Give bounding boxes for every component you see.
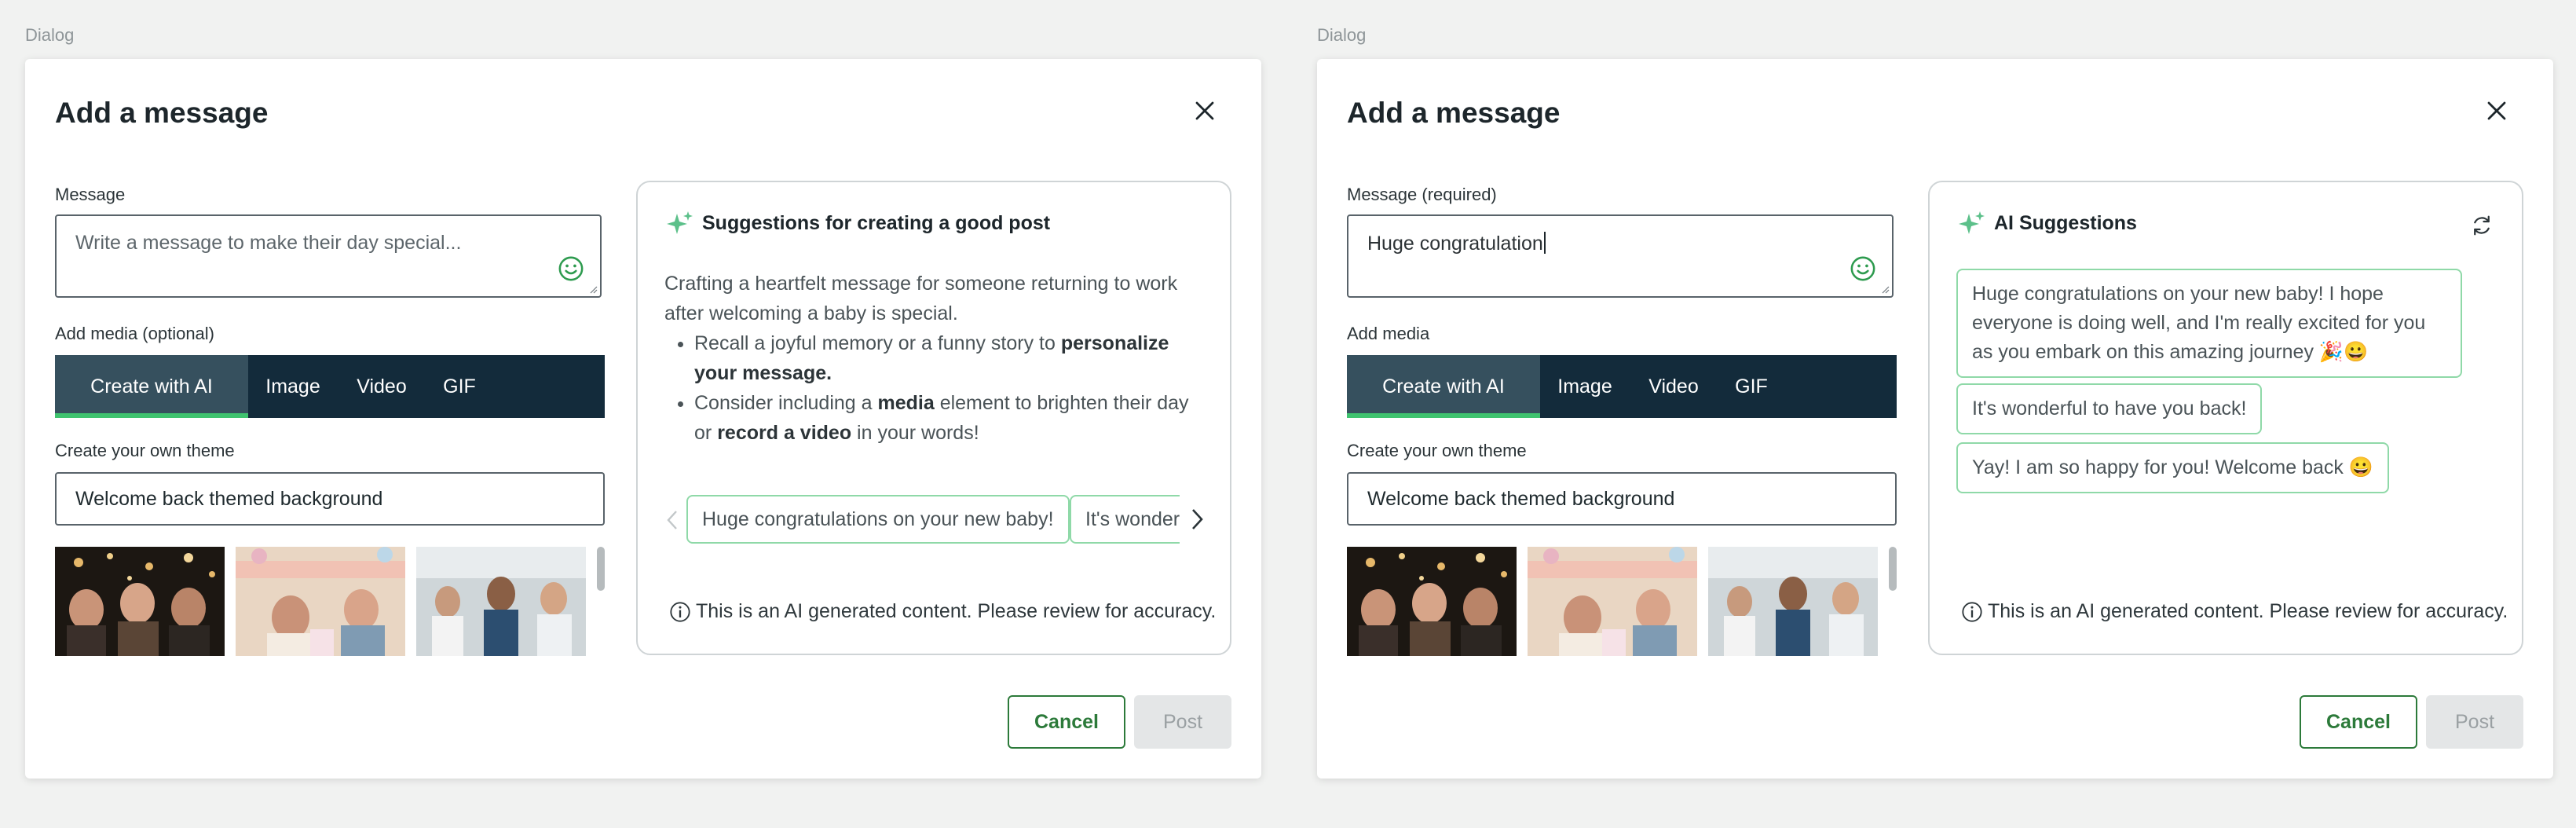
info-icon (670, 601, 690, 622)
panel-intro: Crafting a heartfelt message for someone… (664, 273, 1178, 324)
close-button[interactable] (2481, 95, 2512, 126)
suggestion-chip[interactable]: It's wonderful to have you back! (1070, 495, 1180, 544)
close-icon (2487, 101, 2506, 120)
post-button[interactable]: Post (1134, 695, 1231, 749)
theme-label: Create your own theme (55, 441, 235, 460)
ai-suggestions-panel: AI Suggestions Huge congratulations on y… (1928, 181, 2523, 655)
tab-create-with-ai[interactable]: Create with AI (55, 355, 248, 418)
info-icon (1962, 601, 1982, 622)
thumbnail-party-crowd[interactable] (55, 547, 225, 656)
suggestion-card[interactable]: Yay! I am so happy for you! Welcome back… (1956, 442, 2389, 493)
tip-item: Recall a joyful memory or a funny story … (694, 328, 1206, 388)
suggestion-chip[interactable]: Huge congratulations on your new baby! (686, 495, 1070, 544)
theme-input[interactable]: Welcome back themed background (55, 472, 605, 526)
dialog-title: Add a message (55, 97, 269, 129)
theme-label: Create your own theme (1347, 441, 1527, 460)
panel-body: Crafting a heartfelt message for someone… (664, 269, 1206, 448)
chevron-right-icon[interactable] (1187, 507, 1206, 531)
suggestion-chips: Huge congratulations on your new baby! I… (664, 495, 1206, 544)
theme-input[interactable]: Welcome back themed background (1347, 472, 1897, 526)
refresh-icon[interactable] (2470, 214, 2494, 237)
tab-create-with-ai[interactable]: Create with AI (1347, 355, 1540, 418)
frame-label: Dialog (1317, 25, 1367, 45)
media-tabs: Create with AI Image Video GIF (1347, 355, 1897, 418)
close-icon (1195, 101, 1214, 120)
emoji-icon[interactable] (1850, 255, 1876, 282)
tab-image[interactable]: Image (1540, 355, 1630, 418)
frame-label: Dialog (25, 25, 75, 45)
tab-video[interactable]: Video (1630, 355, 1718, 418)
thumbnail-welcome-baby[interactable] (236, 547, 405, 656)
tab-image[interactable]: Image (248, 355, 338, 418)
media-label: Add media (1347, 324, 1430, 343)
message-label: Message (55, 185, 126, 204)
thumbnail-welcome-baby[interactable] (1528, 547, 1697, 656)
ai-disclaimer: This is an AI generated content. Please … (1961, 600, 2508, 623)
message-label: Message (required) (1347, 185, 1497, 204)
sparkle-icon (1959, 211, 1985, 234)
message-textarea[interactable]: Huge congratulation (1347, 214, 1894, 298)
thumbnail-party-crowd[interactable] (1347, 547, 1517, 656)
tab-video[interactable]: Video (338, 355, 426, 418)
message-placeholder: Write a message to make their day specia… (75, 232, 462, 254)
suggestion-card[interactable]: It's wonderful to have you back! (1956, 383, 2263, 434)
panel-title: AI Suggestions (1994, 212, 2137, 234)
tab-gif[interactable]: GIF (426, 355, 493, 418)
ai-disclaimer: This is an AI generated content. Please … (669, 600, 1216, 623)
cancel-button[interactable]: Cancel (1008, 695, 1125, 749)
cancel-button[interactable]: Cancel (2300, 695, 2417, 749)
thumbnail-office-team[interactable] (416, 547, 586, 656)
post-button[interactable]: Post (2426, 695, 2523, 749)
emoji-icon[interactable] (558, 255, 584, 282)
resize-handle-icon[interactable] (588, 284, 598, 294)
media-tabs: Create with AI Image Video GIF (55, 355, 605, 418)
suggestion-card[interactable]: Huge congratulations on your new baby! I… (1956, 269, 2462, 378)
resize-handle-icon[interactable] (1880, 284, 1890, 294)
tips-list: Recall a joyful memory or a funny story … (664, 328, 1206, 448)
panel-title: Suggestions for creating a good post (702, 212, 1051, 234)
add-message-dialog: Add a message Message (required) Huge co… (1317, 59, 2553, 779)
sparkle-icon (667, 211, 693, 234)
text-caret (1543, 232, 1546, 254)
message-value: Huge congratulation (1367, 232, 1546, 255)
message-textarea[interactable]: Write a message to make their day specia… (55, 214, 602, 298)
media-label: Add media (optional) (55, 324, 215, 343)
thumbnail-office-team[interactable] (1708, 547, 1878, 656)
thumbnails-scrollbar[interactable] (1889, 547, 1897, 591)
suggestions-panel: Suggestions for creating a good post Cra… (636, 181, 1231, 655)
dialog-title: Add a message (1347, 97, 1561, 129)
close-button[interactable] (1189, 95, 1220, 126)
tab-gif[interactable]: GIF (1718, 355, 1785, 418)
chevron-left-icon[interactable] (664, 509, 682, 531)
thumbnails-scrollbar[interactable] (597, 547, 605, 591)
tip-item: Consider including a media element to br… (694, 388, 1206, 448)
add-message-dialog: Add a message Message Write a message to… (25, 59, 1261, 779)
